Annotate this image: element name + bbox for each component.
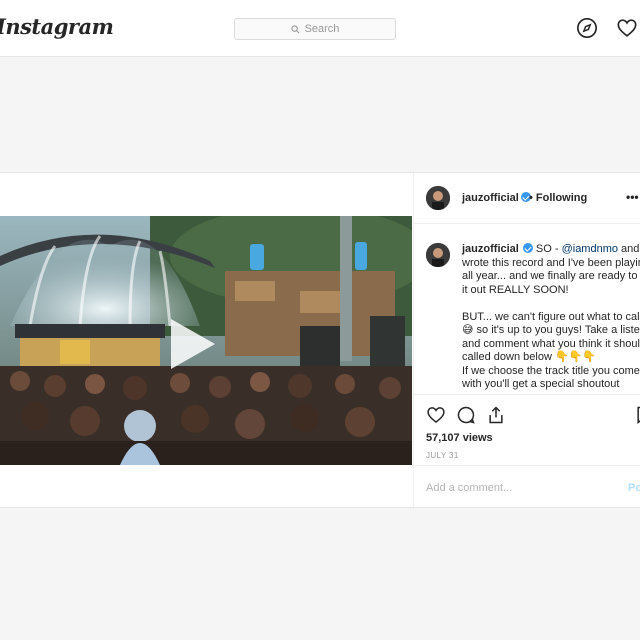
avatar-image (426, 186, 450, 210)
caption-avatar[interactable] (426, 243, 450, 267)
post-video[interactable] (0, 216, 412, 465)
like-heart-icon[interactable] (426, 405, 446, 425)
post-caption: jauzofficial SO - @iamdnmo and I wrote t… (426, 235, 640, 395)
instagram-logo[interactable]: Instagram (0, 14, 114, 39)
username-text[interactable]: jauzofficial (462, 192, 519, 204)
comment-input[interactable]: Add a comment... (426, 482, 512, 494)
top-navigation-bar: Instagram Search (0, 0, 640, 57)
comment-bar: Add a comment... Post (414, 465, 640, 508)
caption-username[interactable]: jauzofficial (462, 243, 519, 255)
comment-bubble-icon[interactable] (456, 405, 476, 425)
search-placeholder: Search (304, 23, 340, 35)
more-options-icon[interactable]: ••• (626, 190, 639, 204)
share-icon[interactable] (486, 405, 506, 425)
post-comment-button[interactable]: Post (628, 482, 640, 494)
post-card: jauzofficial • Following ••• jauzofficia… (0, 172, 640, 508)
post-date[interactable]: JULY 31 (426, 451, 459, 460)
following-status[interactable]: • Following (529, 192, 587, 204)
caption-body: and I wrote this record and I've been pl… (462, 243, 640, 390)
caption-mention[interactable]: @iamdnmo (562, 243, 618, 255)
post-username[interactable]: jauzofficial (462, 192, 531, 204)
heart-icon[interactable] (616, 17, 638, 39)
compass-icon[interactable] (576, 17, 598, 39)
post-sidebar: jauzofficial • Following ••• jauzofficia… (413, 173, 640, 507)
post-header: jauzofficial • Following ••• (414, 173, 640, 224)
avatar[interactable] (426, 186, 450, 210)
caption-text: jauzofficial SO - @iamdnmo and I wrote t… (462, 243, 640, 392)
caption-intro: SO - (535, 243, 562, 255)
view-count[interactable]: 57,107 views (426, 432, 493, 444)
search-icon (290, 24, 300, 33)
bookmark-icon[interactable] (634, 405, 640, 425)
avatar-image (426, 243, 450, 267)
play-icon[interactable] (168, 316, 218, 372)
verified-badge-icon (522, 243, 533, 253)
post-actions: 57,107 views JULY 31 (414, 394, 640, 465)
search-box[interactable]: Search (234, 18, 396, 40)
